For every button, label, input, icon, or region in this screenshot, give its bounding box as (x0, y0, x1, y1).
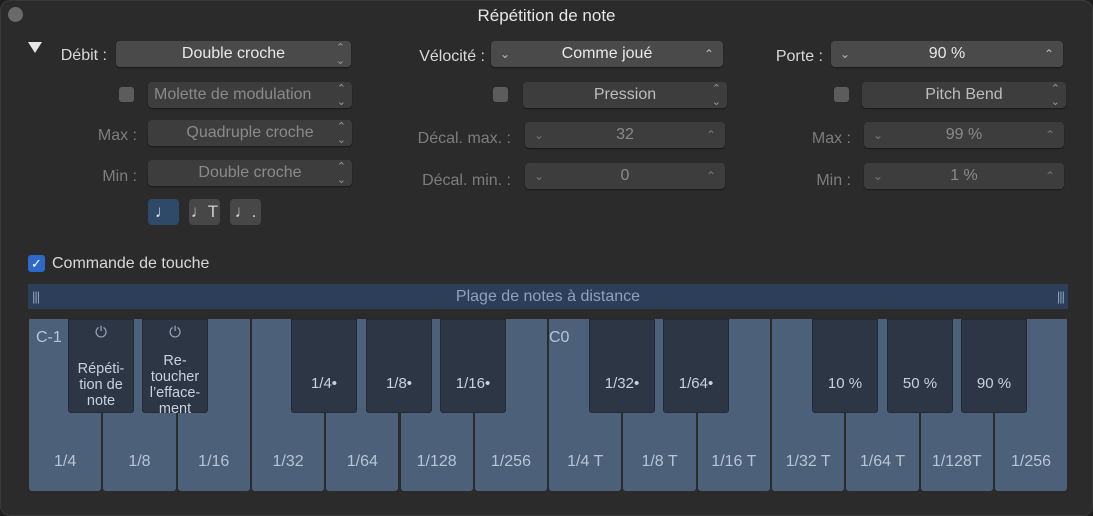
chevron-down-icon[interactable]: ⌄ (873, 122, 883, 148)
black-key-label: Re- toucher l’efface- ment (149, 353, 201, 417)
chevron-up-icon[interactable]: ⌃ (1044, 41, 1054, 67)
rate-mod-checkbox[interactable] (119, 87, 134, 102)
chevron-down-icon[interactable]: ⌄ (534, 163, 544, 189)
black-key-label: 1/8• (385, 375, 413, 392)
rate-label: Débit : (60, 47, 107, 64)
power-icon: ⏻ (169, 324, 181, 341)
gate-mod-checkbox[interactable] (834, 87, 849, 102)
octave-label: C-1 (36, 329, 62, 346)
gate-min-value: 1 % (950, 167, 978, 184)
velocity-stepper[interactable]: ⌄ Comme joué ⌃ (491, 41, 723, 67)
black-key-label: 90 % (976, 375, 1012, 392)
black-key[interactable]: 1/64• (663, 319, 729, 413)
note-button-dotted[interactable]: ♩. (230, 199, 261, 225)
updown-icon: ⌃ ⌄ (336, 83, 346, 108)
gate-mod-source-popup[interactable]: Pitch Bend ⌃ ⌄ (862, 82, 1066, 108)
velocity-min-value: 0 (620, 167, 630, 184)
black-key-label: 1/4• (310, 375, 338, 392)
power-icon: ⏻ (95, 324, 107, 341)
velocity-max-stepper[interactable]: ⌄ 32 ⌃ (525, 122, 725, 148)
rate-popup[interactable]: Double croche ⌃ ⌄ (116, 41, 351, 67)
updown-icon: ⌃ ⌄ (336, 121, 346, 146)
black-key[interactable]: 1/32• (589, 319, 655, 413)
remote-note-range-bar[interactable]: ||| Plage de notes à distance ||| (28, 284, 1068, 309)
gate-max-value: 99 % (945, 126, 983, 143)
velocity-mod-source-popup[interactable]: Pression ⌃ ⌄ (523, 82, 727, 108)
range-end-handle[interactable]: ||| (1057, 284, 1065, 309)
black-key[interactable]: 10 % (812, 319, 878, 413)
velocity-mod-source: Pression (593, 86, 657, 103)
gate-value: 90 % (928, 45, 966, 62)
rate-max-popup[interactable]: Quadruple croche ⌃ ⌄ (148, 120, 352, 146)
note-button-triplet[interactable]: ♩T (189, 199, 220, 225)
velocity-max-label: Décal. max. : (417, 130, 511, 147)
disclosure-triangle-icon[interactable] (28, 42, 42, 53)
key-commands-checkbox[interactable]: ✓ (28, 255, 45, 272)
range-start-handle[interactable]: ||| (32, 284, 40, 309)
black-key[interactable]: 1/16• (440, 319, 506, 413)
updown-icon: ⌃ ⌄ (335, 42, 345, 67)
gate-mod-source: Pitch Bend (925, 86, 1003, 103)
key-commands-label: Commande de touche (52, 255, 210, 272)
rate-min-value: Double croche (198, 164, 302, 181)
black-key-label: 50 % (902, 375, 938, 392)
rate-mod-source: Molette de modulation (154, 86, 312, 103)
note-button-straight[interactable]: ♩ (148, 199, 179, 225)
window-title: Répétition de note (477, 6, 616, 25)
rate-min-popup[interactable]: Double croche ⌃ ⌄ (148, 160, 352, 186)
gate-max-label: Max : (811, 130, 851, 147)
velocity-max-value: 32 (616, 126, 634, 143)
black-key-label: 1/64• (678, 375, 714, 392)
window: Répétition de note Débit : Double croche… (0, 0, 1093, 516)
velocity-mod-checkbox[interactable] (493, 87, 508, 102)
rate-max-value: Quadruple croche (186, 124, 314, 141)
gate-min-stepper[interactable]: ⌄ 1 % ⌃ (864, 163, 1064, 189)
chevron-down-icon[interactable]: ⌄ (534, 122, 544, 148)
gate-max-stepper[interactable]: ⌄ 99 % ⌃ (864, 122, 1064, 148)
chevron-down-icon[interactable]: ⌄ (873, 163, 883, 189)
black-key[interactable]: ⏻ Re- toucher l’efface- ment (142, 319, 208, 417)
black-key-label: 1/32• (604, 375, 640, 392)
chevron-down-icon[interactable]: ⌄ (500, 41, 510, 67)
black-key[interactable]: 1/4• (291, 319, 357, 413)
chevron-up-icon[interactable]: ⌃ (706, 163, 716, 189)
rate-value: Double croche (181, 45, 286, 62)
chevron-up-icon[interactable]: ⌃ (704, 41, 714, 67)
updown-icon: ⌃ ⌄ (336, 161, 346, 186)
updown-icon: ⌃ ⌄ (711, 83, 721, 108)
velocity-value: Comme joué (561, 45, 653, 62)
velocity-min-label: Décal. min. : (422, 172, 511, 189)
chevron-up-icon[interactable]: ⌃ (1045, 163, 1055, 189)
gate-min-label: Min : (816, 172, 851, 189)
black-key[interactable]: 50 % (887, 319, 953, 413)
chevron-down-icon[interactable]: ⌄ (840, 41, 850, 67)
black-key[interactable]: ⏻ Répéti- tion de note (68, 319, 134, 413)
octave-label: C0 (549, 329, 570, 346)
gate-stepper[interactable]: ⌄ 90 % ⌃ (831, 41, 1063, 67)
black-key-label: Répéti- tion de note (77, 361, 125, 409)
gate-label: Porte : (775, 48, 823, 65)
velocity-label: Vélocité : (419, 48, 485, 65)
black-key-label: 1/16• (455, 375, 491, 392)
rate-max-label: Max : (97, 127, 137, 144)
rate-mod-source-popup[interactable]: Molette de modulation ⌃ ⌄ (148, 82, 352, 108)
black-key[interactable]: 1/8• (366, 319, 432, 413)
rate-min-label: Min : (102, 168, 137, 185)
black-key-label: 10 % (827, 375, 863, 392)
velocity-min-stepper[interactable]: ⌄ 0 ⌃ (525, 163, 725, 189)
updown-icon: ⌃ ⌄ (1050, 83, 1060, 108)
chevron-up-icon[interactable]: ⌃ (706, 122, 716, 148)
range-bar-label: Plage de notes à distance (455, 288, 641, 305)
chevron-up-icon[interactable]: ⌃ (1045, 122, 1055, 148)
black-key[interactable]: 90 % (961, 319, 1027, 413)
